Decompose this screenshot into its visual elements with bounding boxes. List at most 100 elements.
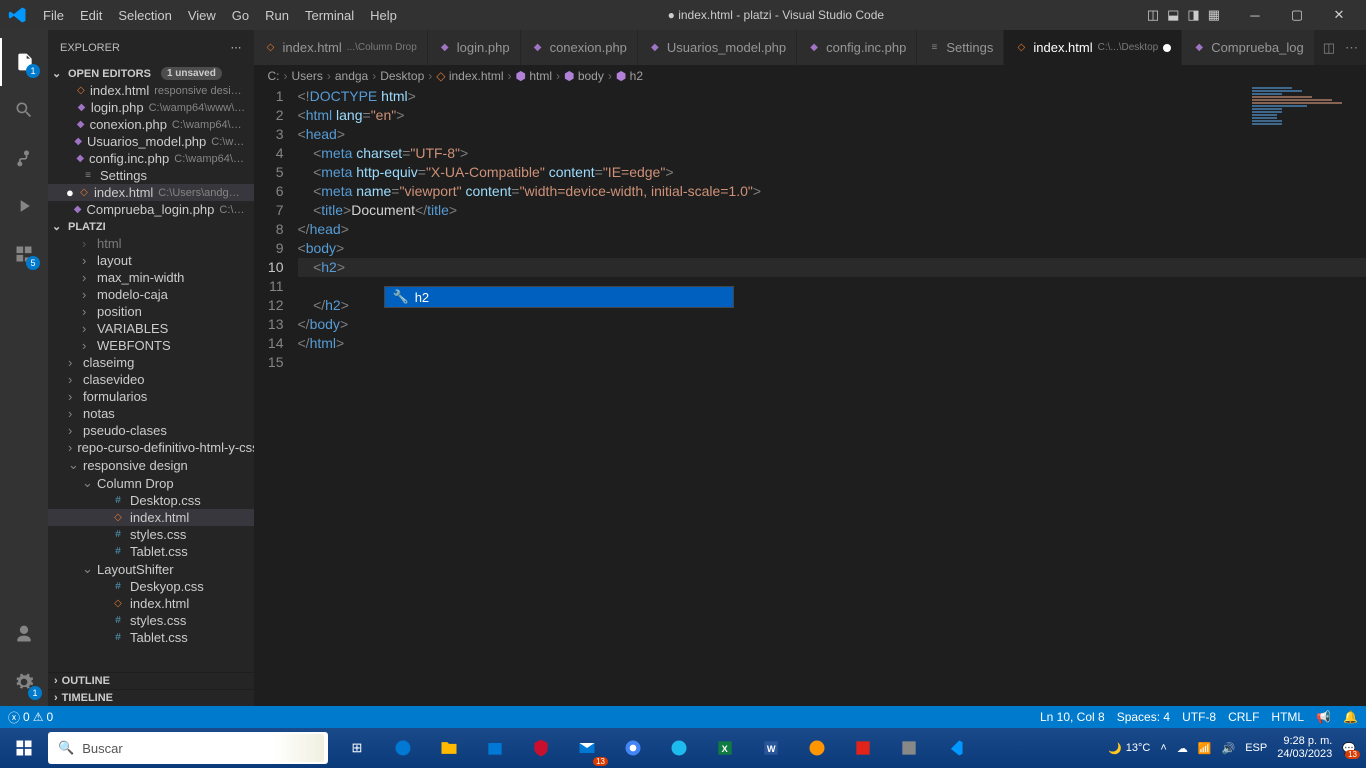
code-line[interactable]: <meta http-equiv="X-UA-Compatible" conte… [298, 163, 1366, 182]
volume-icon[interactable]: 🔊 [1222, 742, 1236, 755]
split-editor-icon[interactable]: ◫ [1323, 40, 1335, 56]
sidebar-more-icon[interactable]: ⋯ [231, 41, 242, 54]
folder-item[interactable]: ›position [48, 303, 254, 320]
toggle-panel-bottom-icon[interactable]: ⬓ [1167, 7, 1179, 23]
open-editor-item[interactable]: ●◇index.htmlC:\Users\andga\Desktop [48, 184, 254, 201]
folder-item[interactable]: ⌄Column Drop [48, 474, 254, 492]
code-line[interactable]: </html> [298, 334, 1366, 353]
code-line[interactable]: <html lang="en"> [298, 106, 1366, 125]
word-icon[interactable]: W [748, 728, 794, 768]
open-editors-header[interactable]: ⌄ OPEN EDITORS 1 unsaved [48, 65, 254, 82]
folder-item[interactable]: ›layout [48, 252, 254, 269]
extensions-tab[interactable]: 5 [0, 230, 48, 278]
code-line[interactable]: <h2> [298, 258, 1366, 277]
breadcrumb-item[interactable]: ⬢ h2 [616, 69, 643, 83]
explorer-tab[interactable]: 1 [0, 38, 48, 86]
eol[interactable]: CRLF [1228, 710, 1259, 724]
wifi-icon[interactable]: 📶 [1198, 742, 1212, 755]
taskbar-clock[interactable]: 9:28 p. m. 24/03/2023 [1277, 735, 1332, 761]
timeline-header[interactable]: › TIMELINE [48, 689, 254, 706]
outline-header[interactable]: › OUTLINE [48, 672, 254, 689]
menu-selection[interactable]: Selection [110, 8, 179, 23]
suggest-item[interactable]: 🔧 h2 [385, 287, 733, 307]
folder-item[interactable]: ›notas [48, 405, 254, 422]
chrome-icon[interactable] [610, 728, 656, 768]
breadcrumb-item[interactable]: andga [335, 69, 368, 83]
language-indicator[interactable]: ESP [1245, 742, 1267, 754]
cursor-position[interactable]: Ln 10, Col 8 [1040, 710, 1105, 724]
firefox-icon[interactable] [794, 728, 840, 768]
open-editor-item[interactable]: ◆Comprueba_login.phpC:\wamp64\www\... [48, 201, 254, 218]
more-actions-icon[interactable]: ⋯ [1345, 40, 1358, 56]
menu-help[interactable]: Help [362, 8, 405, 23]
folder-item[interactable]: ›WEBFONTS [48, 337, 254, 354]
open-editor-item[interactable]: ◇index.htmlresponsive design\Column Drop [48, 82, 254, 99]
code-line[interactable]: </head> [298, 220, 1366, 239]
open-editor-item[interactable]: ◆config.inc.phpC:\wamp64\apps\phpmya... [48, 150, 254, 167]
vscode-taskbar-icon[interactable] [932, 728, 978, 768]
editor-tab[interactable]: ≡Settings [917, 30, 1004, 65]
breadcrumbs[interactable]: C:›Users›andga›Desktop›◇ index.html›⬢ ht… [254, 65, 1366, 87]
editor-tab[interactable]: ◆login.php [428, 30, 521, 65]
task-view-icon[interactable]: ⊞ [334, 728, 380, 768]
folder-item[interactable]: ›clasevideo [48, 371, 254, 388]
customize-layout-icon[interactable]: ▦ [1208, 7, 1220, 23]
ie-icon[interactable] [656, 728, 702, 768]
editor-tab[interactable]: ◆Usuarios_model.php [638, 30, 797, 65]
modified-dot[interactable]: ● [66, 185, 74, 200]
start-button[interactable] [0, 728, 48, 768]
code-line[interactable]: <title>Document</title> [298, 201, 1366, 220]
code-line[interactable]: <body> [298, 239, 1366, 258]
folder-item[interactable]: ⌄responsive design [48, 456, 254, 474]
file-item[interactable]: #Tablet.css [48, 543, 254, 560]
editor-tab[interactable]: ◆Comprueba_log [1182, 30, 1315, 65]
code-line[interactable] [298, 353, 1366, 372]
menu-go[interactable]: Go [224, 8, 257, 23]
excel-icon[interactable]: X [702, 728, 748, 768]
breadcrumb-item[interactable]: Users [292, 69, 323, 83]
file-explorer-icon[interactable] [426, 728, 472, 768]
breadcrumb-item[interactable]: Desktop [380, 69, 424, 83]
folder-item[interactable]: ›modelo-caja [48, 286, 254, 303]
file-item[interactable]: #styles.css [48, 526, 254, 543]
folder-item[interactable]: ›formularios [48, 388, 254, 405]
taskbar-search[interactable]: 🔍 Buscar [48, 732, 328, 764]
toggle-panel-left-icon[interactable]: ◫ [1147, 7, 1159, 23]
maximize-button[interactable]: ▢ [1282, 7, 1312, 23]
notifications-icon[interactable]: 🔔 [1343, 710, 1358, 724]
close-button[interactable]: ✕ [1324, 7, 1354, 23]
editor-tab[interactable]: ◇index.htmlC:\...\Desktop [1004, 30, 1182, 65]
file-item[interactable]: ◇index.html [48, 509, 254, 526]
breadcrumb-item[interactable]: C: [268, 69, 280, 83]
intellisense-popup[interactable]: 🔧 h2 [384, 286, 734, 308]
app-icon-paint[interactable] [886, 728, 932, 768]
editor-tab[interactable]: ◆conexion.php [521, 30, 638, 65]
search-tab[interactable] [0, 86, 48, 134]
store-icon[interactable] [472, 728, 518, 768]
folder-header[interactable]: ⌄ PLATZI [48, 218, 254, 235]
settings-icon[interactable]: 1 [0, 658, 48, 706]
open-editor-item[interactable]: ◆conexion.phpC:\wamp64\www\CursoP... [48, 116, 254, 133]
file-item[interactable]: #Tablet.css [48, 629, 254, 646]
editor-tab[interactable]: ◆config.inc.php [797, 30, 917, 65]
language-mode[interactable]: HTML [1271, 710, 1304, 724]
menu-terminal[interactable]: Terminal [297, 8, 362, 23]
file-item[interactable]: #styles.css [48, 612, 254, 629]
minimize-button[interactable]: ─ [1240, 8, 1270, 23]
file-item[interactable]: #Deskyop.css [48, 578, 254, 595]
folder-item[interactable]: ›pseudo-clases [48, 422, 254, 439]
editor-tab[interactable]: ◇index.html...\Column Drop [254, 30, 428, 65]
code-editor[interactable]: 123456789101112131415 <!DOCTYPE html><ht… [254, 87, 1366, 706]
open-editor-item[interactable]: ◆login.phpC:\wamp64\www\CursoPHP\B... [48, 99, 254, 116]
code-line[interactable]: <head> [298, 125, 1366, 144]
code-line[interactable]: <meta charset="UTF-8"> [298, 144, 1366, 163]
code-line[interactable]: <!DOCTYPE html> [298, 87, 1366, 106]
indentation[interactable]: Spaces: 4 [1117, 710, 1170, 724]
source-control-tab[interactable] [0, 134, 48, 182]
errors-warnings[interactable]: ⓧ0 ⚠0 [8, 709, 53, 726]
edge-icon[interactable] [380, 728, 426, 768]
accounts-icon[interactable] [0, 610, 48, 658]
encoding[interactable]: UTF-8 [1182, 710, 1216, 724]
minimap[interactable] [1252, 87, 1352, 207]
code-line[interactable]: </body> [298, 315, 1366, 334]
